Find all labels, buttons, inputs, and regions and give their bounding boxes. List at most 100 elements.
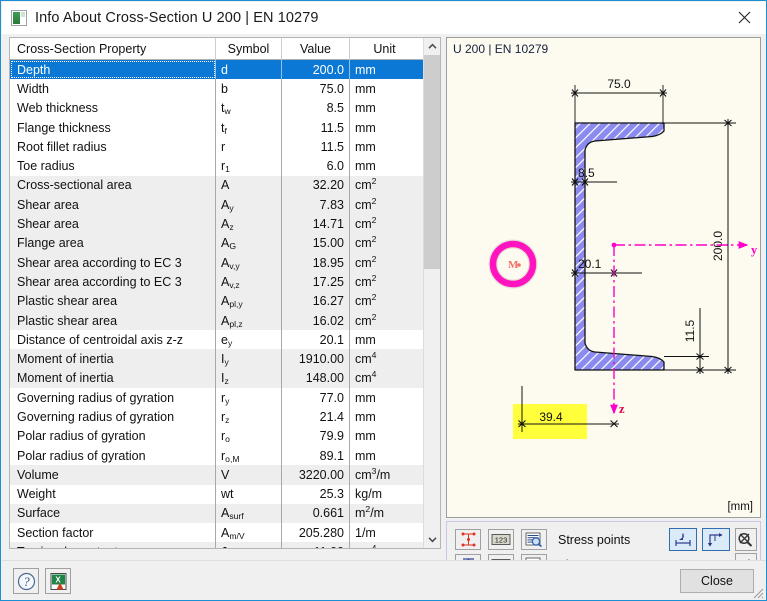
cell-unit: cm 2 [355,292,377,309]
stress-points-icon-button[interactable] [455,529,481,550]
cell-value: 0.661 [282,503,350,524]
table-row[interactable]: Cross-sectional area A 32.20 cm 2 [10,175,423,196]
cell-unit: cm 2 [355,253,377,270]
dim-depth-200: 200.0 [711,231,725,261]
table-row[interactable]: Distance of centroidal axis z-z e y 20.1 mm [10,330,423,350]
chevron-up-icon[interactable] [424,38,440,55]
resize-grip-icon[interactable] [751,586,765,600]
cell-value: 205.280 [282,523,350,543]
cell-property: Surface [10,503,216,524]
table-row[interactable]: Torsional constantJ11.00 cm4 [10,542,423,549]
cell-unit: cm4 [355,369,377,386]
table-header-row: Cross-Section Property Symbol Value Unit [10,38,440,60]
table-row[interactable]: Flange area A G 15.00 cm 2 [10,233,423,253]
numbers-123-icon-button-stress[interactable]: 123 [488,529,514,550]
zoom-reset-icon-button[interactable] [735,528,757,551]
cell-symbol: tf [216,117,282,138]
dimension-vertical-icon-button[interactable] [702,528,730,551]
u-section-profile [574,122,665,371]
close-button[interactable]: Close [680,569,754,593]
svg-text:X: X [55,575,61,584]
cell-unit: m 2/m [355,504,385,521]
cell-property: Section factor [10,523,216,543]
cell-value: 8.5 [282,98,350,118]
cell-property: Cross-sectional area [10,175,216,196]
table-row[interactable]: Volume V 3220.00 cm 3/m [10,465,423,485]
cell-symbol: rz [216,407,282,427]
cell-value: 7.83 [282,195,350,215]
table-row[interactable]: Toe radius r 1 6.0 mm [10,156,423,176]
table-row[interactable]: Flange thickness t f 11.5 mm [10,117,423,138]
cell-value: 3220.00 [282,465,350,485]
table-row[interactable]: Moment of inertia Iz 148.00 cm 4 [10,368,423,389]
table-row[interactable]: Moment of inertia Iy 1910.00 cm 4 [10,349,423,369]
cell-symbol: d [216,60,282,80]
cell-value: 16.27 [282,291,350,311]
table-row[interactable]: Polar radius of gyration r o,M 89.1 mm [10,445,423,466]
cell-property: Distance of centroidal axis z-z [10,330,216,350]
cross-section-graphic-panel[interactable]: U 200 | EN 10279 [mm] 75.0 8.5 200.0 20.… [446,37,761,518]
cell-symbol: Am/V [216,523,282,543]
scrollbar-thumb[interactable] [424,55,440,269]
table-row[interactable]: Shear area according to EC 3 Av,z 17.25 cm 2 [10,272,423,292]
cell-unit: mm [355,429,376,444]
table-vertical-scrollbar[interactable] [423,38,440,548]
cell-value: 17.25 [282,272,350,292]
cell-property: Torsional constant [10,542,216,548]
column-header-symbol[interactable]: Symbol [216,38,282,60]
help-icon-button[interactable]: ? [13,568,39,594]
table-row[interactable]: Governing radius of gyration r z 21.4 mm [10,407,423,427]
cell-property: Shear area according to EC 3 [10,252,216,273]
table-row[interactable]: Plastic shear area Apl,z 16.02 cm 2 [10,310,423,331]
column-header-unit[interactable]: Unit [350,38,419,60]
table-row[interactable]: Shear area Ay 7.83 cm 2 [10,195,423,215]
cell-value: 11.5 [282,137,350,157]
table-row[interactable]: Shear area according to EC 3 Av,y 18.95 cm 2 [10,252,423,273]
cell-property: Shear area [10,195,216,215]
cell-unit: mm [355,101,376,116]
cell-value: 21.4 [282,407,350,427]
cell-unit: cm 2 [355,272,377,289]
cell-value: 11.00 [282,542,350,548]
table-row[interactable]: Depth d 200.0 mm [10,60,423,80]
dimension-horizontal-icon-button[interactable]: x [669,528,697,551]
cell-unit: cm 2 [355,234,377,251]
table-row[interactable]: Shear area Az 14.71 cm 2 [10,214,423,234]
cell-unit: cm4 [355,543,377,549]
column-header-property[interactable]: Cross-Section Property [10,38,216,60]
close-icon[interactable] [721,2,766,33]
cell-property: Volume [10,465,216,485]
table-row[interactable]: Surface Asurf 0.661 m 2/m [10,503,423,524]
table-row[interactable]: Plastic shear area Apl,y 16.27 cm 2 [10,291,423,311]
cell-value: 89.1 [282,445,350,466]
svg-text:?: ? [23,575,30,589]
column-header-value[interactable]: Value [282,38,350,60]
table-row[interactable]: Web thickness t w 8.5 mm [10,98,423,118]
cell-unit: mm [355,120,376,135]
table-row[interactable]: Weight wt 25.3 kg/m [10,484,423,504]
cell-property: Weight [10,484,216,504]
cell-unit: cm4 [355,350,377,367]
table-zoom-icon-button-stress[interactable] [521,529,547,550]
cell-unit: cm 2 [355,311,377,328]
table-row[interactable]: Section factor Am/V 205.280 1/m [10,523,423,543]
table-row[interactable]: Governing radius of gyration r y 77.0 mm [10,388,423,408]
cell-value: 14.71 [282,214,350,234]
cell-unit: cm 2 [355,215,377,232]
cell-value: 79.9 [282,426,350,446]
cross-section-drawing: 75.0 8.5 200.0 20.1 11.5 y z M 39.4 [488,77,758,439]
cell-unit: kg/m [355,487,383,502]
svg-text:x: x [682,532,685,538]
excel-export-icon-button[interactable]: X [45,568,71,594]
chevron-down-icon[interactable] [424,531,440,548]
cell-symbol: V [216,465,282,485]
cell-unit: mm [355,81,376,96]
cell-value: 16.02 [282,310,350,331]
cell-symbol: r o,M [216,445,282,466]
title-bar: Info About Cross-Section U 200 | EN 1027… [2,2,766,34]
table-row[interactable]: Polar radius of gyration r o 79.9 mm [10,426,423,446]
cell-symbol: AG [216,233,282,253]
table-row[interactable]: Root fillet radius r 11.5 mm [10,137,423,157]
table-row[interactable]: Width b 75.0 mm [10,79,423,99]
cell-property: Flange area [10,233,216,253]
